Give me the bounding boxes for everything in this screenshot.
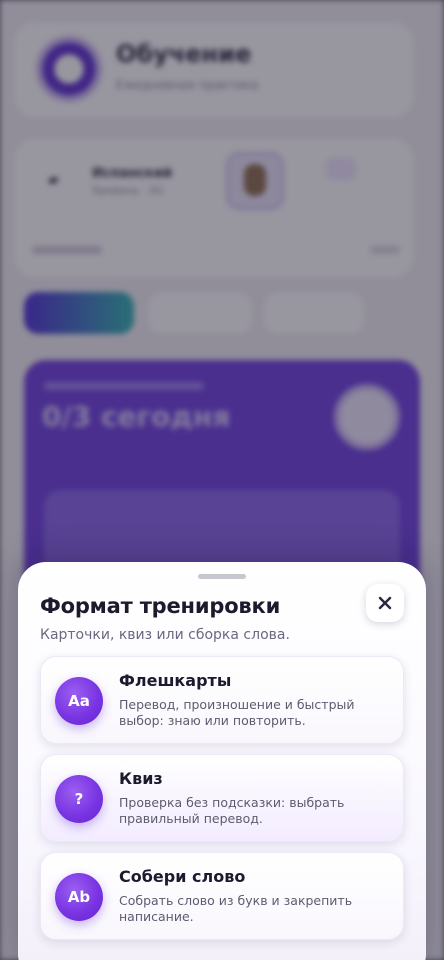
sheet-subtitle: Карточки, квиз или сборка слова.: [40, 627, 290, 643]
close-icon: [378, 596, 392, 610]
option-description: Перевод, произношение и быстрый выбор: з…: [119, 697, 355, 728]
option-title: Флешкарты: [119, 671, 232, 690]
option-build-word[interactable]: Ab Собери слово Собрать слово из букв и …: [40, 852, 404, 940]
option-flashcards[interactable]: Aa Флешкарты Перевод, произношение и быс…: [40, 656, 404, 744]
flashcards-badge-icon: Aa: [55, 677, 103, 725]
close-button[interactable]: [366, 584, 404, 622]
option-description: Проверка без подсказки: выбрать правильн…: [119, 795, 345, 826]
option-title: Квиз: [119, 769, 163, 788]
option-title: Собери слово: [119, 867, 246, 886]
build-word-badge-icon: Ab: [55, 873, 103, 921]
training-format-sheet: Формат тренировки Карточки, квиз или сбо…: [18, 562, 426, 960]
sheet-title: Формат тренировки: [40, 594, 281, 618]
sheet-grabber[interactable]: [198, 574, 246, 579]
question-mark-icon: ?: [55, 775, 103, 823]
option-description: Собрать слово из букв и закрепить написа…: [119, 893, 353, 924]
option-quiz[interactable]: ? Квиз Проверка без подсказки: выбрать п…: [40, 754, 404, 842]
